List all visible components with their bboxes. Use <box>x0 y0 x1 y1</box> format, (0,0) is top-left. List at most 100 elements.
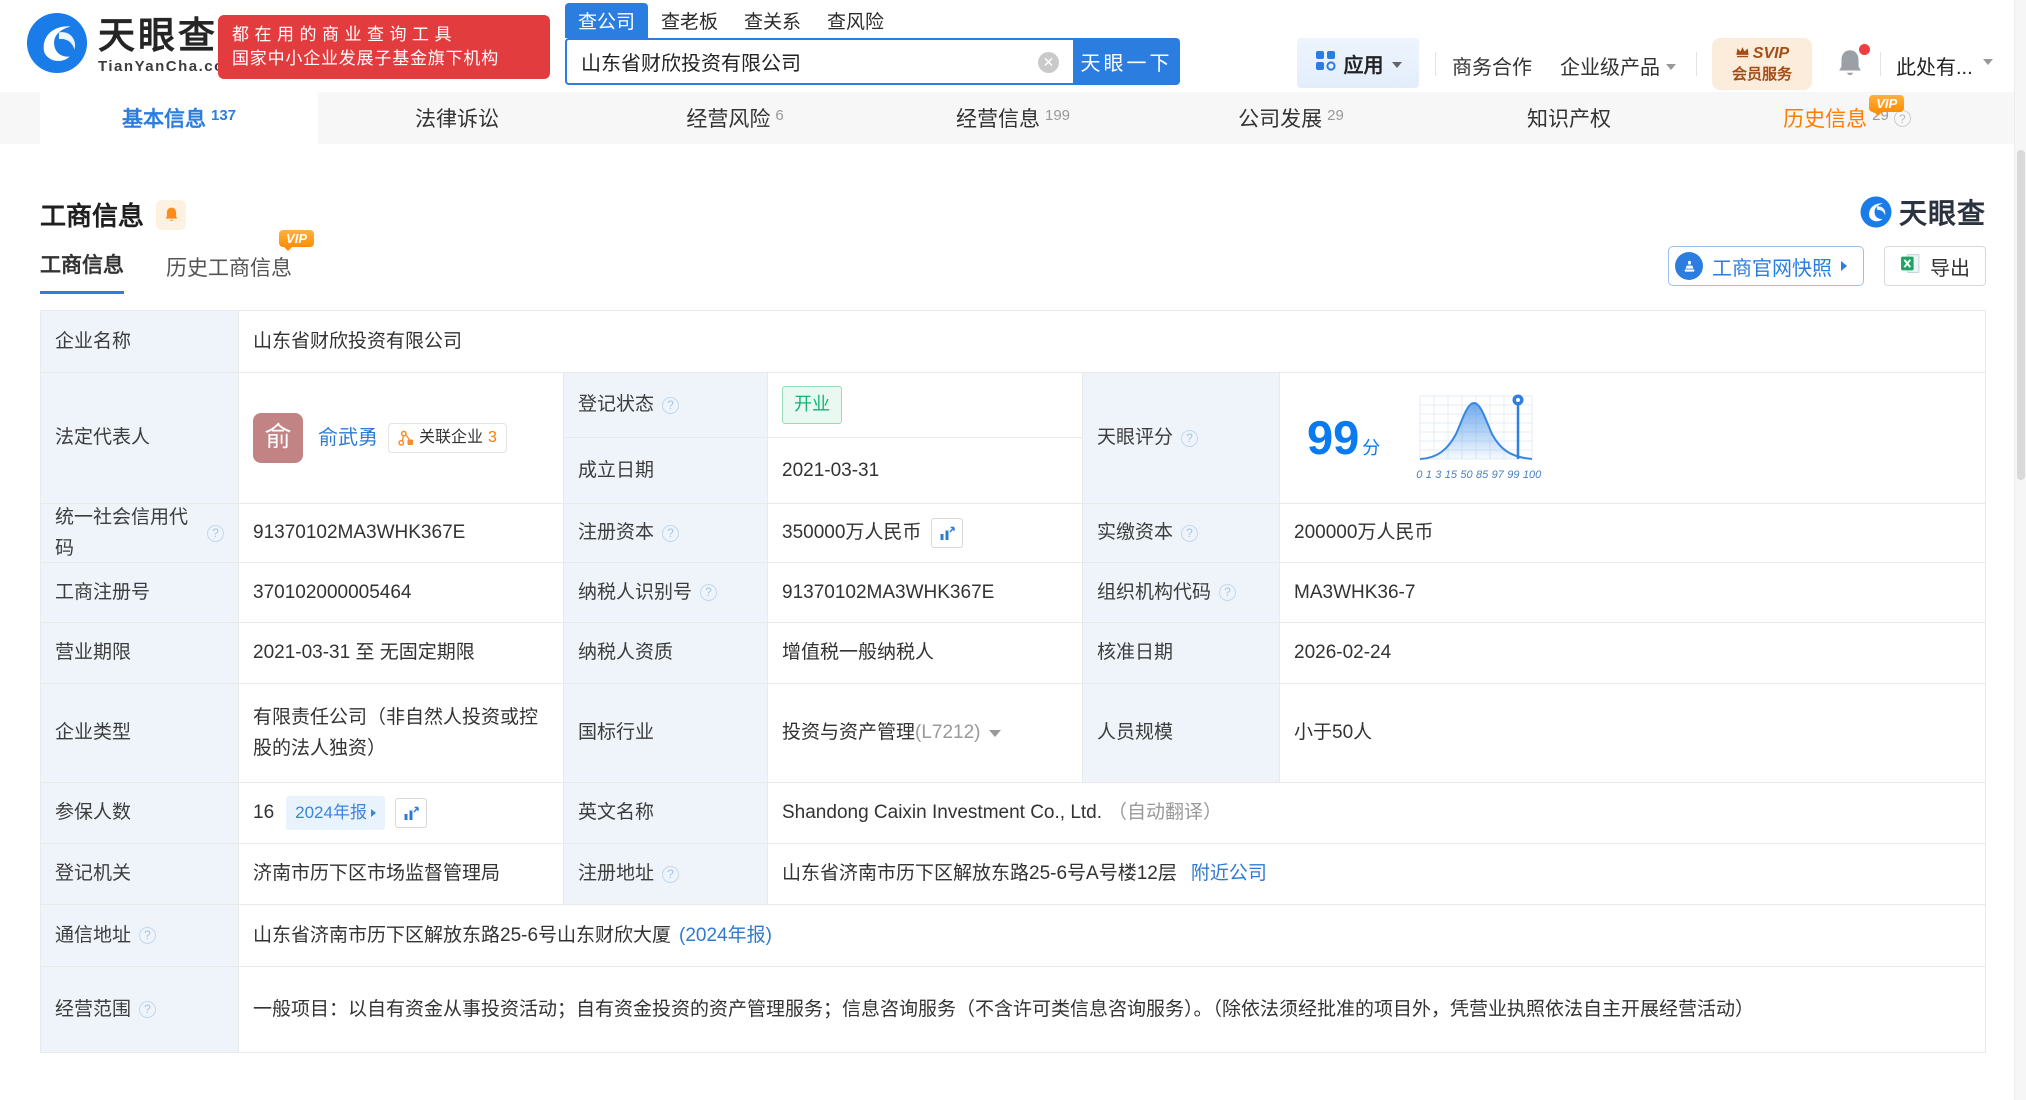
score-label: 天眼评分? <box>1083 373 1279 503</box>
official-snapshot-button[interactable]: 工商官网快照 <box>1668 246 1864 286</box>
banner-line2: 国家中小企业发展子基金旗下机构 <box>232 47 536 71</box>
establish-date-value: 2021-03-31 <box>768 438 1082 503</box>
svip-sub-label: 会员服务 <box>1732 63 1792 84</box>
help-icon[interactable]: ? <box>700 584 717 601</box>
help-icon[interactable]: ? <box>662 397 679 414</box>
reg-no-value: 370102000005464 <box>239 563 563 622</box>
search-tab-boss[interactable]: 查老板 <box>648 3 731 38</box>
business-term-label: 营业期限 <box>41 623 238 683</box>
svip-member-button[interactable]: SVIP 会员服务 <box>1712 38 1812 90</box>
tab-legal-litigation[interactable]: 法律诉讼 <box>318 92 596 144</box>
legal-rep-name-link[interactable]: 俞武勇 <box>318 422 378 455</box>
reg-address-label: 注册地址? <box>564 844 767 904</box>
help-icon[interactable]: ? <box>1181 430 1198 447</box>
tab-operation-risk[interactable]: 经营风险6 <box>596 92 874 144</box>
top-header: 天眼查 TianYanCha.com 都在用的商业查询工具 国家中小企业发展子基… <box>0 0 2026 92</box>
vertical-scrollbar[interactable] <box>2014 0 2026 1100</box>
search-tab-company[interactable]: 查公司 <box>565 3 648 38</box>
apps-label: 应用 <box>1344 49 1384 78</box>
subscribe-bell-icon[interactable] <box>156 200 186 230</box>
capital-trend-icon[interactable] <box>931 518 963 548</box>
help-icon[interactable]: ? <box>662 866 679 883</box>
tianyancha-logo-icon <box>26 12 88 79</box>
business-scope-value: 一般项目：以自有资金从事投资活动；自有资金投资的资产管理服务；信息咨询服务（不含… <box>239 967 1985 1052</box>
taxpayer-id-value: 91370102MA3WHK367E <box>768 563 1082 622</box>
enterprise-product-menu[interactable]: 企业级产品 <box>1560 51 1676 80</box>
vip-badge: VIP <box>279 230 314 247</box>
taxpayer-quality-value: 增值税一般纳税人 <box>768 623 1082 683</box>
help-icon[interactable]: ? <box>139 1001 156 1018</box>
help-icon[interactable]: ? <box>1894 110 1911 127</box>
notification-dot <box>1859 44 1870 55</box>
legal-rep-avatar[interactable]: 俞 <box>253 413 303 463</box>
reg-no-label: 工商注册号 <box>41 563 238 622</box>
org-code-label: 组织机构代码? <box>1083 563 1279 622</box>
reg-address-value: 山东省济南市历下区解放东路25-6号A号楼12层 附近公司 <box>768 844 1985 904</box>
tianyancha-logo-icon <box>1860 196 1892 228</box>
reg-capital-value: 350000万人民币 <box>768 504 1082 562</box>
help-icon[interactable]: ? <box>139 927 156 944</box>
score-value[interactable]: 99分 <box>1280 373 1985 503</box>
vip-badge: VIP <box>1869 95 1904 112</box>
score-axis-ticks: 0131550859799100 <box>1416 466 1541 484</box>
clear-search-icon[interactable]: ✕ <box>1038 52 1059 73</box>
nearby-companies-link[interactable]: 附近公司 <box>1191 858 1267 889</box>
tianyancha-logo[interactable]: 天眼查 TianYanCha.com <box>26 12 240 79</box>
search-area: 查公司 查老板 查关系 查风险 ✕ 天眼一下 <box>565 8 1180 85</box>
mail-address-value: 山东省济南市历下区解放东路25-6号山东财欣大厦 (2024年报) <box>239 905 1985 966</box>
notification-bell-icon[interactable] <box>1836 48 1868 80</box>
tab-intellectual-property[interactable]: 知识产权 <box>1430 92 1708 144</box>
help-icon[interactable]: ? <box>1181 525 1198 542</box>
section-title: 工商信息 <box>40 196 144 233</box>
scrollbar-thumb[interactable] <box>2017 150 2025 480</box>
company-name-value: 山东省财欣投资有限公司 <box>239 311 1985 372</box>
apps-menu[interactable]: 应用 <box>1297 38 1419 88</box>
help-icon[interactable]: ? <box>662 525 679 542</box>
annual-report-badge[interactable]: 2024年报 <box>286 796 385 830</box>
help-icon[interactable]: ? <box>207 525 224 542</box>
tab-business-info[interactable]: 经营信息199 <box>874 92 1152 144</box>
legal-rep-label: 法定代表人 <box>41 373 238 503</box>
help-icon[interactable]: ? <box>1219 584 1236 601</box>
reg-status-label: 登记状态? <box>564 373 767 437</box>
section-navbar: 基本信息137 法律诉讼 经营风险6 经营信息199 公司发展29 知识产权 V… <box>0 92 2026 144</box>
industry-label: 国标行业 <box>564 684 767 782</box>
search-tabs: 查公司 查老板 查关系 查风险 <box>565 8 1180 38</box>
chevron-down-icon <box>1983 59 1993 65</box>
business-scope-label: 经营范围? <box>41 967 238 1052</box>
staff-size-value: 小于50人 <box>1280 684 1985 782</box>
export-button[interactable]: 导出 <box>1884 246 1986 286</box>
search-tab-risk[interactable]: 查风险 <box>814 3 897 38</box>
search-button[interactable]: 天眼一下 <box>1073 38 1180 85</box>
paid-capital-value: 200000万人民币 <box>1280 504 1985 562</box>
company-name-label: 企业名称 <box>41 311 238 372</box>
score-curve-chart: 0131550859799100 <box>1416 392 1541 484</box>
subtab-history-registration[interactable]: 历史工商信息 VIP <box>166 252 292 294</box>
search-input[interactable] <box>567 40 1007 83</box>
business-info-table: 企业名称 山东省财欣投资有限公司 法定代表人 俞 俞武勇 关联企业 3 登记状 <box>40 310 1986 1053</box>
company-type-value: 有限责任公司（非自然人投资或控股的法人独资） <box>239 684 563 782</box>
business-term-value: 2021-03-31 至 无固定期限 <box>239 623 563 683</box>
annual-report-link[interactable]: (2024年报) <box>679 920 772 951</box>
industry-value[interactable]: 投资与资产管理(L7212) <box>768 684 1082 782</box>
divider <box>1880 52 1881 76</box>
establish-date-label: 成立日期 <box>564 438 767 503</box>
divider <box>1435 52 1436 76</box>
tab-company-development[interactable]: 公司发展29 <box>1152 92 1430 144</box>
related-companies-badge[interactable]: 关联企业 3 <box>388 423 507 453</box>
org-code-value: MA3WHK36-7 <box>1280 563 1985 622</box>
subtab-business-registration[interactable]: 工商信息 <box>40 249 124 294</box>
english-name-value: Shandong Caixin Investment Co., Ltd.（自动翻… <box>768 783 1985 843</box>
tab-history-info[interactable]: VIP 历史信息29 ? <box>1708 92 1986 144</box>
search-tab-relation[interactable]: 查关系 <box>731 3 814 38</box>
arrow-right-icon <box>371 809 376 817</box>
insured-trend-icon[interactable] <box>395 798 427 828</box>
biz-coop-link[interactable]: 商务合作 <box>1452 51 1532 80</box>
chevron-down-icon <box>1392 62 1402 68</box>
credit-code-label: 统一社会信用代码? <box>41 504 238 562</box>
credit-code-value: 91370102MA3WHK367E <box>239 504 563 562</box>
divider <box>1696 52 1697 76</box>
network-icon <box>398 430 414 446</box>
user-account-menu[interactable]: 此处有... <box>1896 51 1993 80</box>
tab-basic-info[interactable]: 基本信息137 <box>40 92 318 144</box>
